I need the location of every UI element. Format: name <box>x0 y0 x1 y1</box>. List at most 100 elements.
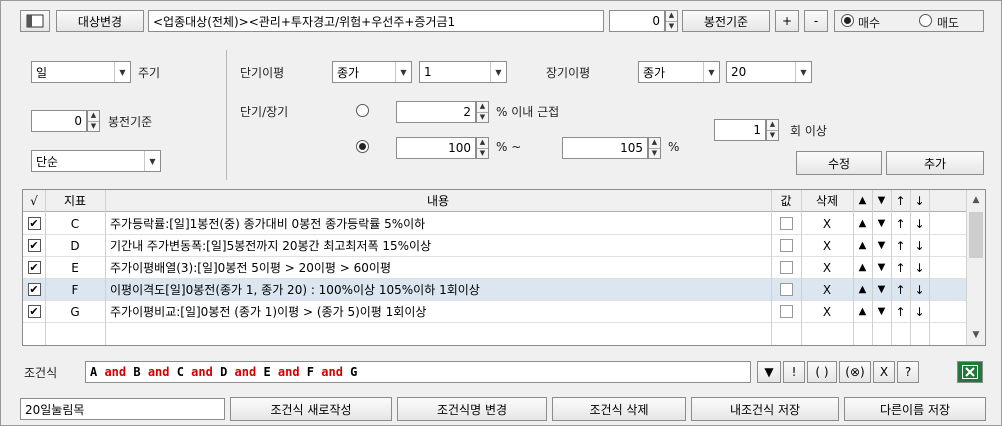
spin-up-icon[interactable]: ▲ <box>88 111 99 121</box>
checkbox-icon[interactable] <box>779 239 793 252</box>
top-bong-spinner[interactable]: ▲ ▼ <box>665 10 678 32</box>
spin-down-icon[interactable]: ▼ <box>477 111 488 123</box>
row-move-down-button[interactable]: ▼ <box>872 235 891 256</box>
spin-down-icon[interactable]: ▼ <box>477 147 488 159</box>
row-value-checkbox[interactable] <box>771 257 801 278</box>
row-move-top-button[interactable]: ↑ <box>891 235 910 256</box>
row-checkbox[interactable]: ✔ <box>23 279 45 300</box>
condition-formula-field[interactable]: A and B and C and D and E and F and G <box>85 361 751 383</box>
condition-name-field[interactable]: 20일눌림목 <box>20 398 225 420</box>
new-condition-button[interactable]: 조건식 새로작성 <box>230 397 392 421</box>
modify-button[interactable]: 수정 <box>796 151 882 175</box>
row-move-up-button[interactable]: ▲ <box>853 213 872 234</box>
target-summary-field[interactable]: <업종대상(전체)><관리+투자경고/위험+우선주+증거금1 <box>148 10 604 32</box>
spin-up-icon[interactable]: ▲ <box>767 120 778 130</box>
row-move-down-button[interactable]: ▼ <box>872 257 891 278</box>
short-price-select[interactable]: 종가 ▼ <box>332 61 412 83</box>
mode-select[interactable]: 단순 ▼ <box>31 150 161 172</box>
scroll-up-icon[interactable]: ▲ <box>967 190 985 210</box>
row-move-top-button[interactable]: ↑ <box>891 213 910 234</box>
scroll-thumb[interactable] <box>969 212 983 258</box>
long-price-select[interactable]: 종가 ▼ <box>638 61 720 83</box>
row-move-bottom-button[interactable]: ↓ <box>910 257 929 278</box>
checkbox-icon[interactable]: ✔ <box>27 239 41 252</box>
range-to-value[interactable]: 105 <box>562 137 648 159</box>
count-value[interactable]: 1 <box>714 119 766 141</box>
range-from-value[interactable]: 100 <box>396 137 476 159</box>
table-scrollbar[interactable]: ▲ ▼ <box>966 190 985 345</box>
screen-icon-button[interactable] <box>20 10 50 32</box>
spin-up-icon[interactable]: ▲ <box>649 138 660 148</box>
table-row[interactable]: ✔ E 주가이평배열(3):[일]0봉전 5이평 > 20이평 > 60이평 X ▲ ▼ ↑… <box>23 257 967 279</box>
row-move-down-button[interactable]: ▼ <box>872 279 891 300</box>
row-move-top-button[interactable]: ↑ <box>891 279 910 300</box>
checkbox-icon[interactable]: ✔ <box>27 261 41 274</box>
range-from-spinner[interactable]: ▲ ▼ <box>476 137 489 159</box>
checkbox-icon[interactable] <box>779 261 793 274</box>
sell-radio[interactable] <box>919 14 932 27</box>
spin-down-icon[interactable]: ▼ <box>767 129 778 141</box>
row-delete-button[interactable]: X <box>801 213 853 234</box>
exclusion-button[interactable]: (⊗) <box>839 361 871 383</box>
left-bong-spinner[interactable]: ▲ ▼ <box>87 110 100 132</box>
excel-export-button[interactable] <box>957 361 983 383</box>
row-value-checkbox[interactable] <box>771 235 801 256</box>
row-checkbox[interactable]: ✔ <box>23 301 45 322</box>
row-delete-button[interactable]: X <box>801 279 853 300</box>
save-as-button[interactable]: 다른이름 저장 <box>844 397 986 421</box>
parentheses-button[interactable]: ( ) <box>807 361 837 383</box>
table-row[interactable]: ✔ G 주가이평비교:[일]0봉전 (종가 1)이평 > (종가 5)이평 1회이상… <box>23 301 967 323</box>
spin-down-icon[interactable]: ▼ <box>649 147 660 159</box>
row-move-bottom-button[interactable]: ↓ <box>910 235 929 256</box>
plus-button[interactable]: + <box>775 10 799 32</box>
near-radio[interactable] <box>356 104 369 117</box>
checkbox-icon[interactable]: ✔ <box>27 283 41 296</box>
minus-button[interactable]: - <box>804 10 828 32</box>
not-button[interactable]: ! <box>783 361 805 383</box>
help-button[interactable]: ? <box>897 361 919 383</box>
checkbox-icon[interactable]: ✔ <box>27 305 41 318</box>
checkbox-icon[interactable] <box>779 305 793 318</box>
row-delete-button[interactable]: X <box>801 257 853 278</box>
checkbox-icon[interactable] <box>779 217 793 230</box>
spin-up-icon[interactable]: ▲ <box>477 138 488 148</box>
spin-down-icon[interactable]: ▼ <box>88 120 99 132</box>
range-to-spinner[interactable]: ▲ ▼ <box>648 137 661 159</box>
checkbox-icon[interactable]: ✔ <box>27 217 41 230</box>
clear-button[interactable]: X <box>873 361 895 383</box>
row-delete-button[interactable]: X <box>801 301 853 322</box>
row-value-checkbox[interactable] <box>771 213 801 234</box>
add-button[interactable]: 추가 <box>886 151 984 175</box>
row-delete-button[interactable]: X <box>801 235 853 256</box>
row-move-bottom-button[interactable]: ↓ <box>910 301 929 322</box>
row-move-up-button[interactable]: ▲ <box>853 257 872 278</box>
row-move-top-button[interactable]: ↑ <box>891 257 910 278</box>
target-change-button[interactable]: 대상변경 <box>56 10 144 32</box>
range-radio[interactable] <box>356 140 369 153</box>
buy-radio[interactable] <box>841 14 854 27</box>
spin-up-icon[interactable]: ▲ <box>477 102 488 112</box>
near-value[interactable]: 2 <box>396 101 476 123</box>
row-move-down-button[interactable]: ▼ <box>872 213 891 234</box>
delete-condition-button[interactable]: 조건식 삭제 <box>552 397 686 421</box>
save-condition-button[interactable]: 내조건식 저장 <box>691 397 839 421</box>
left-bong-value[interactable]: 0 <box>31 110 87 132</box>
table-row[interactable]: ✔ C 주가등락률:[일]1봉전(중) 종가대비 0봉전 종가등락률 5%이하 X ▲ ▼… <box>23 213 967 235</box>
near-spinner[interactable]: ▲ ▼ <box>476 101 489 123</box>
scroll-down-icon[interactable]: ▼ <box>967 325 985 345</box>
bong-basis-button[interactable]: 봉전기준 <box>682 10 770 32</box>
dropdown-button[interactable]: ▼ <box>757 361 781 383</box>
row-checkbox[interactable]: ✔ <box>23 257 45 278</box>
short-period-select[interactable]: 1 ▼ <box>419 61 507 83</box>
top-bong-value[interactable]: 0 <box>609 10 665 32</box>
period-select[interactable]: 일 ▼ <box>31 61 131 83</box>
table-row[interactable]: ✔ F 이평이격도[일]0봉전(종가 1, 종가 20) : 100%이상 105%… <box>23 279 967 301</box>
row-move-up-button[interactable]: ▲ <box>853 279 872 300</box>
row-move-up-button[interactable]: ▲ <box>853 301 872 322</box>
table-row[interactable]: ✔ D 기간내 주가변동폭:[일]5봉전까지 20봉간 최고최저폭 15%이상 X ▲ ▼… <box>23 235 967 257</box>
spin-down-icon[interactable]: ▼ <box>666 20 677 32</box>
row-value-checkbox[interactable] <box>771 301 801 322</box>
row-move-bottom-button[interactable]: ↓ <box>910 279 929 300</box>
row-value-checkbox[interactable] <box>771 279 801 300</box>
count-spinner[interactable]: ▲ ▼ <box>766 119 779 141</box>
